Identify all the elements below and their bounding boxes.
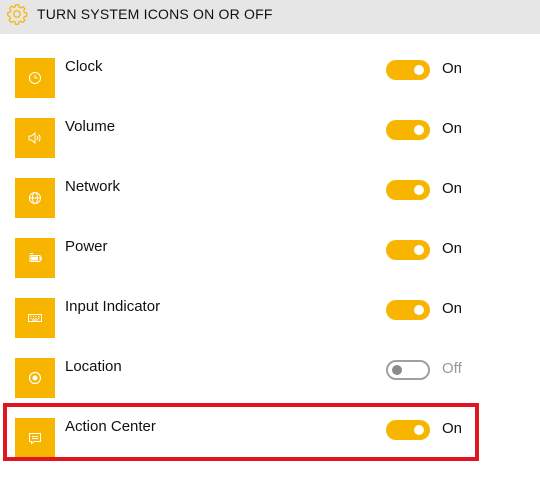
input-indicator-toggle[interactable] (386, 300, 430, 320)
toggle-knob (392, 365, 402, 375)
clock-toggle[interactable] (386, 60, 430, 80)
clock-icon (15, 58, 55, 98)
setting-label: Clock (65, 58, 103, 75)
section-title: TURN SYSTEM ICONS ON OR OFF (37, 6, 273, 22)
toggle-state: On (442, 420, 463, 437)
network-icon (15, 178, 55, 218)
setting-label: Input Indicator (65, 298, 161, 315)
toggle-knob (414, 125, 424, 135)
keyboard-icon (15, 298, 55, 338)
toggle-state: Off (442, 360, 462, 377)
toggle-knob (414, 65, 424, 75)
toggle-state: On (442, 300, 463, 317)
gear-icon (7, 4, 28, 25)
setting-label: Network (65, 178, 121, 195)
setting-row-power: Power On (0, 238, 540, 298)
setting-row-location: Location Off (0, 358, 540, 418)
battery-icon (15, 238, 55, 278)
action-center-toggle[interactable] (386, 420, 430, 440)
toggle-knob (414, 185, 424, 195)
volume-toggle[interactable] (386, 120, 430, 140)
setting-row-clock: Clock On (0, 58, 540, 118)
power-toggle[interactable] (386, 240, 430, 260)
network-toggle[interactable] (386, 180, 430, 200)
setting-label: Location (65, 358, 122, 375)
setting-row-network: Network On (0, 178, 540, 238)
setting-label: Action Center (65, 418, 156, 435)
toggle-knob (414, 425, 424, 435)
setting-row-action-center: Action Center On (0, 418, 540, 478)
setting-row-volume: Volume On (0, 118, 540, 178)
setting-row-input-indicator: Input Indicator On (0, 298, 540, 358)
toggle-knob (414, 305, 424, 315)
action-center-icon (15, 418, 55, 458)
volume-icon (15, 118, 55, 158)
toggle-state: On (442, 240, 463, 257)
toggle-state: On (442, 60, 463, 77)
location-toggle[interactable] (386, 360, 430, 380)
setting-label: Volume (65, 118, 116, 135)
toggle-state: On (442, 120, 463, 137)
setting-label: Power (65, 238, 108, 255)
section-header: TURN SYSTEM ICONS ON OR OFF (0, 0, 540, 34)
location-icon (15, 358, 55, 398)
toggle-state: On (442, 180, 463, 197)
toggle-knob (414, 245, 424, 255)
